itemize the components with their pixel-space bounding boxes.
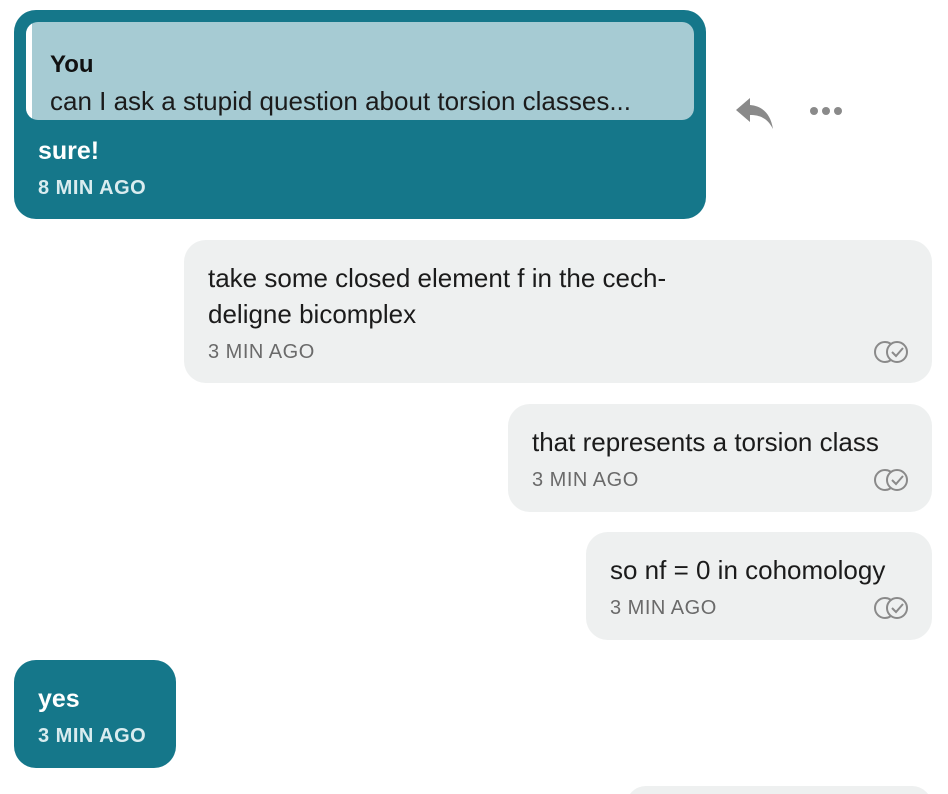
- message-text-line-2: deligne bicomplex: [208, 299, 417, 329]
- double-check-icon: [874, 469, 908, 491]
- outgoing-message-bubble[interactable]: that represents a torsion class 3 MIN AG…: [508, 404, 932, 512]
- incoming-message-bubble[interactable]: yes 3 MIN AGO: [14, 660, 176, 768]
- message-text: that represents a torsion class: [532, 427, 879, 457]
- message-timestamp: 3 MIN AGO: [532, 469, 639, 491]
- double-check-icon: [874, 341, 908, 363]
- quote-accent-bar: [26, 22, 32, 120]
- incoming-message-bubble[interactable]: You can I ask a stupid question about to…: [14, 10, 706, 219]
- outgoing-message-bubble[interactable]: so nf = 0 in cohomology 3 MIN AGO: [586, 532, 932, 640]
- message-text: sure!: [38, 137, 100, 165]
- message-timestamp: 3 MIN AGO: [38, 725, 147, 747]
- reply-arrow-icon[interactable]: [734, 96, 776, 132]
- message-timestamp: 3 MIN AGO: [610, 597, 717, 619]
- message-text: so nf = 0 in cohomology: [610, 555, 886, 585]
- quoted-author: You: [50, 51, 94, 78]
- outgoing-message-bubble-partial[interactable]: [626, 786, 932, 794]
- more-horizontal-icon[interactable]: [808, 104, 844, 118]
- message-timestamp: 8 MIN AGO: [38, 177, 147, 199]
- message-timestamp: 3 MIN AGO: [208, 341, 315, 363]
- message-text: yes: [38, 685, 80, 713]
- quoted-text: can I ask a stupid question about torsio…: [50, 86, 632, 116]
- quoted-reply[interactable]: You can I ask a stupid question about to…: [26, 22, 694, 120]
- outgoing-message-bubble[interactable]: take some closed element f in the cech- …: [184, 240, 932, 383]
- chat-thread: You can I ask a stupid question about to…: [0, 0, 948, 794]
- double-check-icon: [874, 597, 908, 619]
- message-text-line-1: take some closed element f in the cech-: [208, 263, 667, 293]
